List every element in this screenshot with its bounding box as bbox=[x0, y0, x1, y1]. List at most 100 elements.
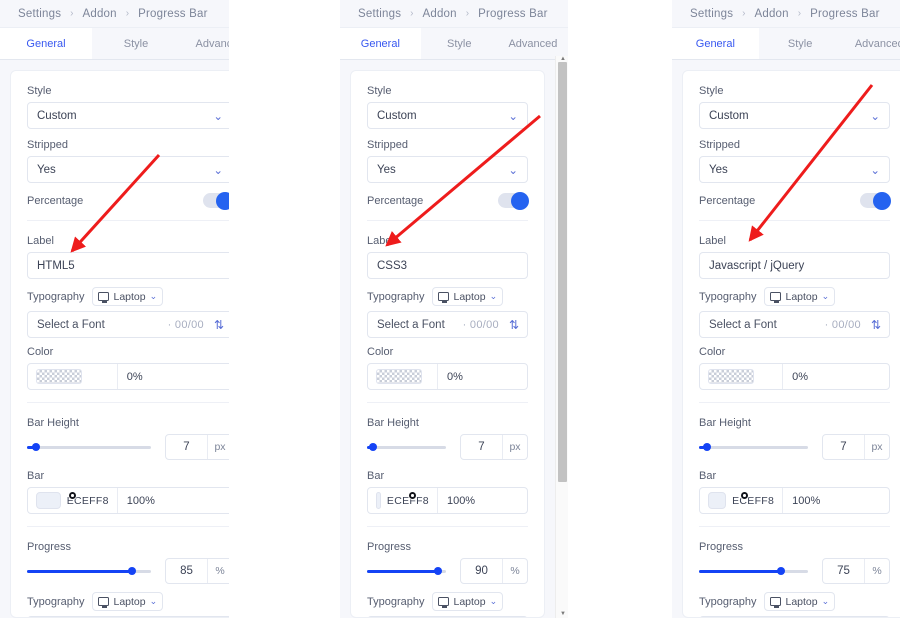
device-selector[interactable]: Laptop ⌄ bbox=[432, 287, 504, 306]
label-input[interactable]: CSS3 bbox=[367, 252, 528, 279]
transparent-swatch[interactable] bbox=[36, 369, 82, 384]
bar-color-row[interactable]: ECEFF8 100% bbox=[367, 487, 528, 514]
color-swatch-cell[interactable] bbox=[368, 364, 438, 389]
bar-height-numberbox[interactable]: 7 px bbox=[165, 434, 229, 460]
bar-height-value[interactable]: 7 bbox=[823, 435, 865, 459]
bar-opacity-value[interactable]: 100% bbox=[438, 488, 527, 513]
transparent-swatch[interactable] bbox=[376, 369, 422, 384]
chevron-down-icon: ⌄ bbox=[870, 110, 880, 123]
progress-numberbox[interactable]: 85 % bbox=[165, 558, 229, 584]
label-field-label: Label bbox=[367, 235, 394, 247]
bar-swatch-cell[interactable]: ECEFF8 bbox=[368, 488, 438, 513]
font-select[interactable]: Select a Font · 00/00 ⇅ bbox=[367, 311, 528, 338]
style-select[interactable]: Custom ⌄ bbox=[367, 102, 528, 129]
slider-thumb[interactable] bbox=[702, 443, 711, 451]
stripped-select[interactable]: Yes ⌄ bbox=[27, 156, 229, 183]
breadcrumb-item-addon[interactable]: Addon bbox=[755, 8, 789, 20]
color-opacity-value[interactable]: 0% bbox=[783, 364, 889, 389]
sliders-icon[interactable]: ⇅ bbox=[509, 318, 519, 332]
stripped-select[interactable]: Yes ⌄ bbox=[699, 156, 890, 183]
tab-advanced[interactable]: Advanced bbox=[180, 28, 229, 60]
progress-value[interactable]: 85 bbox=[166, 559, 208, 583]
slider-thumb[interactable] bbox=[31, 443, 40, 451]
percentage-field-label: Percentage bbox=[27, 194, 84, 207]
tab-bar: General Style Advanced bbox=[340, 28, 568, 61]
breadcrumb-item-addon[interactable]: Addon bbox=[423, 8, 457, 20]
bar-color-swatch[interactable] bbox=[376, 492, 381, 509]
bar-color-row[interactable]: ECEFF8 100% bbox=[27, 487, 229, 514]
slider-thumb[interactable] bbox=[434, 567, 443, 575]
sliders-icon[interactable]: ⇅ bbox=[871, 318, 881, 332]
label-input[interactable]: Javascript / jQuery bbox=[699, 252, 890, 279]
color-swatch-cell[interactable] bbox=[700, 364, 784, 389]
bar-height-value[interactable]: 7 bbox=[166, 435, 208, 459]
breadcrumb-item-settings[interactable]: Settings bbox=[690, 8, 733, 20]
slider-thumb[interactable] bbox=[776, 567, 785, 575]
tab-style[interactable]: Style bbox=[759, 28, 842, 60]
slider-thumb[interactable] bbox=[368, 443, 377, 451]
font-select[interactable]: Select a Font · 00/00 ⇅ bbox=[699, 311, 890, 338]
style-select[interactable]: Custom ⌄ bbox=[699, 102, 890, 129]
sliders-icon[interactable]: ⇅ bbox=[214, 318, 224, 332]
device-selector[interactable]: Laptop ⌄ bbox=[92, 592, 164, 611]
tab-style[interactable]: Style bbox=[92, 28, 180, 60]
font-select[interactable]: Select a Font · 00/00 ⇅ bbox=[27, 311, 229, 338]
progress-slider[interactable] bbox=[367, 567, 446, 575]
transparent-swatch[interactable] bbox=[708, 369, 754, 384]
bar-color-swatch[interactable] bbox=[36, 492, 61, 509]
tab-style[interactable]: Style bbox=[421, 28, 498, 60]
bar-height-numberbox[interactable]: 7 px bbox=[822, 434, 890, 460]
device-selector[interactable]: Laptop ⌄ bbox=[92, 287, 164, 306]
label-input[interactable]: HTML5 bbox=[27, 252, 229, 279]
slider-thumb[interactable] bbox=[128, 567, 137, 575]
tab-general[interactable]: General bbox=[0, 28, 92, 61]
color-opacity-value[interactable]: 0% bbox=[438, 364, 527, 389]
bar-swatch-cell[interactable]: ECEFF8 bbox=[28, 488, 118, 513]
progress-value[interactable]: 90 bbox=[461, 559, 503, 583]
font-sizes: · 00/00 bbox=[462, 318, 499, 331]
progress-slider[interactable] bbox=[699, 567, 808, 575]
color-picker-row[interactable]: 0% bbox=[367, 363, 528, 390]
tab-general[interactable]: General bbox=[672, 28, 759, 61]
percentage-toggle[interactable] bbox=[203, 191, 229, 210]
scrollbar-thumb[interactable] bbox=[558, 62, 567, 482]
progress-slider[interactable] bbox=[27, 567, 151, 575]
breadcrumb-item-settings[interactable]: Settings bbox=[18, 8, 61, 20]
color-swatch-cell[interactable] bbox=[28, 364, 118, 389]
bar-color-swatch[interactable] bbox=[708, 492, 727, 509]
progress-numberbox[interactable]: 90 % bbox=[460, 558, 528, 584]
percentage-toggle[interactable] bbox=[860, 191, 891, 210]
scroll-down-icon[interactable]: ▼ bbox=[560, 611, 566, 617]
bar-height-slider[interactable] bbox=[27, 443, 151, 451]
bar-opacity-value[interactable]: 100% bbox=[783, 488, 889, 513]
breadcrumb-item-addon[interactable]: Addon bbox=[83, 8, 117, 20]
breadcrumb-item-settings[interactable]: Settings bbox=[358, 8, 401, 20]
device-selector[interactable]: Laptop ⌄ bbox=[764, 287, 836, 306]
bar-opacity-value[interactable]: 100% bbox=[118, 488, 229, 513]
style-select[interactable]: Custom ⌄ bbox=[27, 102, 229, 129]
bar-height-value[interactable]: 7 bbox=[461, 435, 503, 459]
bar-color-row[interactable]: ECEFF8 100% bbox=[699, 487, 890, 514]
bar-height-numberbox[interactable]: 7 px bbox=[460, 434, 528, 460]
section-progress: Progress 85 % Typography Laptop ⌄ bbox=[27, 526, 229, 617]
breadcrumb-item-progress-bar: Progress Bar bbox=[138, 7, 208, 20]
progress-numberbox[interactable]: 75 % bbox=[822, 558, 890, 584]
bar-height-slider[interactable] bbox=[699, 443, 808, 451]
progress-value[interactable]: 75 bbox=[823, 559, 865, 583]
stripped-select[interactable]: Yes ⌄ bbox=[367, 156, 528, 183]
device-selector[interactable]: Laptop ⌄ bbox=[764, 592, 836, 611]
color-picker-row[interactable]: 0% bbox=[699, 363, 890, 390]
monitor-icon bbox=[770, 292, 782, 303]
percentage-toggle[interactable] bbox=[498, 191, 529, 210]
vertical-scrollbar[interactable]: ▲ ▼ bbox=[555, 56, 568, 618]
color-picker-row[interactable]: 0% bbox=[27, 363, 229, 390]
color-opacity-value[interactable]: 0% bbox=[118, 364, 229, 389]
bar-swatch-cell[interactable]: ECEFF8 bbox=[700, 488, 784, 513]
device-selector[interactable]: Laptop ⌄ bbox=[432, 592, 504, 611]
style-select-value: Custom bbox=[37, 109, 77, 122]
bar-height-slider[interactable] bbox=[367, 443, 446, 451]
color-field-label: Color bbox=[27, 346, 54, 358]
tab-general[interactable]: General bbox=[340, 28, 421, 61]
tab-advanced[interactable]: Advanced bbox=[842, 28, 900, 60]
bar-hex-value[interactable]: ECEFF8 bbox=[732, 495, 774, 507]
